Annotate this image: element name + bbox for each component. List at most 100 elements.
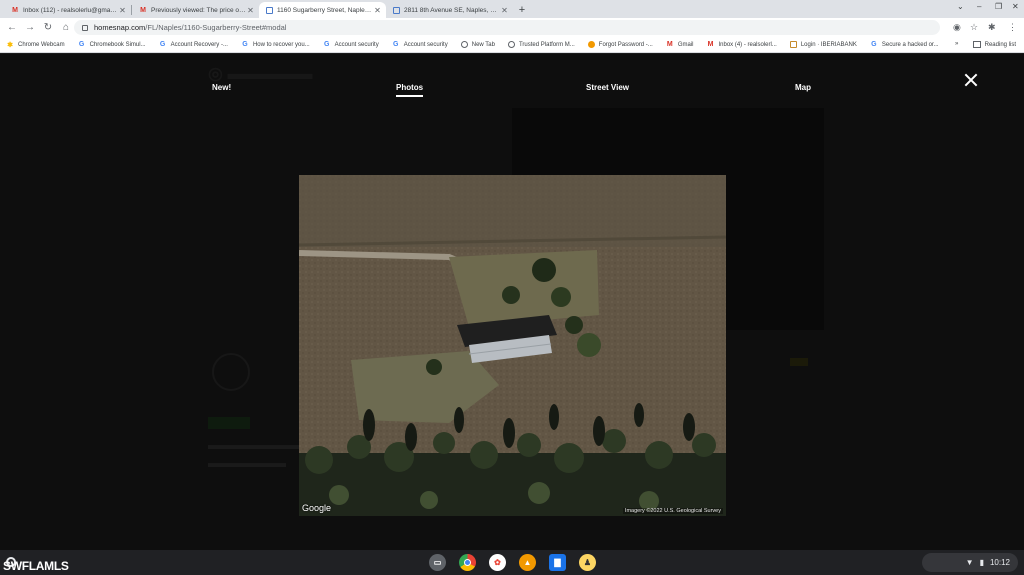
play-books-icon[interactable]: ▲	[519, 554, 536, 571]
reading-list-button[interactable]: Reading list	[972, 41, 1016, 48]
satellite-photo[interactable]: Google Imagery ©2022 U.S. Geological Sur…	[299, 175, 726, 516]
bookmark-label: Account Recovery -...	[170, 41, 228, 48]
bookmark-item[interactable]: Forgot Password -...	[587, 41, 653, 48]
bookmark-item[interactable]: G Secure a hacked or...	[870, 41, 939, 49]
folder-icon[interactable]: ▇	[549, 554, 566, 571]
globe-icon	[460, 41, 468, 48]
close-tab-icon[interactable]: ✕	[246, 6, 255, 15]
google-icon: G	[323, 41, 330, 48]
lock-icon	[82, 24, 88, 31]
bookmarks-overflow-icon[interactable]: »	[955, 41, 958, 47]
bookmark-label: Chrome Webcam	[18, 41, 65, 48]
google-icon: G	[242, 41, 248, 48]
homesnap-icon	[266, 6, 273, 14]
browser-tab-sugarberry[interactable]: 1160 Sugarberry Street, Naples,... ✕	[259, 2, 386, 18]
bank-icon	[789, 41, 797, 48]
bookmark-label: Inbox (4) - realsolerl...	[718, 41, 777, 48]
imagery-attribution: Imagery ©2022 U.S. Geological Survey	[622, 508, 723, 514]
browser-tab-8th-avenue[interactable]: 2811 8th Avenue SE, Naples, FL... ✕	[386, 2, 513, 18]
bookmark-label: Account security	[403, 41, 448, 48]
browser-toolbar: ← → ↻ ⌂ homesnap.com/FL/Naples/1160-Suga…	[0, 18, 1024, 37]
bookmark-item[interactable]: ✱ Chrome Webcam	[6, 41, 65, 49]
google-icon: G	[871, 41, 877, 48]
tab-title: Previously viewed: The price of t...	[151, 6, 246, 14]
reading-list-label: Reading list	[984, 41, 1016, 48]
tab-new[interactable]: New!	[212, 83, 231, 95]
close-tab-icon[interactable]: ✕	[118, 6, 127, 15]
linux-icon[interactable]: ♟	[579, 554, 596, 571]
tab-title: Inbox (112) - realsolerlu@gmail...	[23, 6, 118, 14]
bookmark-item[interactable]: G Account Recovery -...	[159, 41, 228, 49]
bookmark-label: Forgot Password -...	[598, 41, 653, 48]
address-bar[interactable]: homesnap.com/FL/Naples/1160-Sugarberry-S…	[74, 20, 940, 35]
restore-icon[interactable]: ❐	[995, 2, 1002, 11]
view-icon[interactable]: ◉	[953, 22, 961, 33]
bookmark-item[interactable]: New Tab	[460, 41, 495, 48]
homesnap-icon	[393, 6, 400, 14]
google-icon: G	[78, 41, 85, 48]
site-icon	[587, 41, 595, 48]
tab-title: 1160 Sugarberry Street, Naples,...	[277, 6, 373, 14]
bookmark-item[interactable]: M Gmail	[666, 41, 694, 49]
minimize-icon[interactable]: –	[977, 2, 981, 11]
bookmarks-bar: ✱ Chrome Webcam G Chromebook Simul... G Acc…	[0, 37, 1024, 53]
watermark-text: SWFLAMLS	[3, 559, 69, 573]
status-tray[interactable]: ▼ ▮ 10:12	[922, 553, 1018, 572]
bookmark-item[interactable]: G Account security	[323, 41, 379, 49]
gmail-icon: M	[707, 41, 714, 48]
star-icon: ✱	[7, 41, 13, 49]
bookmark-item[interactable]: G How to recover you...	[241, 41, 310, 49]
close-tab-icon[interactable]: ✕	[373, 6, 382, 15]
bookmark-label: Account security	[334, 41, 379, 48]
forward-icon[interactable]: →	[21, 22, 39, 33]
url-host: homesnap.com	[94, 23, 146, 32]
gmail-icon: M	[12, 6, 18, 14]
tab-title: 2811 8th Avenue SE, Naples, FL...	[404, 6, 500, 14]
bookmark-label: Login · IBERIABANK	[800, 41, 857, 48]
gmail-icon: M	[666, 41, 673, 48]
browser-tab-previously-viewed[interactable]: M Previously viewed: The price of t... ✕	[132, 2, 259, 18]
reload-icon[interactable]: ↻	[39, 22, 57, 33]
battery-icon: ▮	[979, 558, 984, 567]
tab-map[interactable]: Map	[795, 83, 811, 95]
home-icon[interactable]: ⌂	[57, 22, 75, 33]
bookmark-label: Chromebook Simul...	[89, 41, 146, 48]
window-close-icon[interactable]: ✕	[1012, 2, 1019, 11]
clock-time: 10:12	[989, 558, 1010, 567]
url-path: /FL/Naples/1160-Sugarberry-Street#modal	[145, 23, 287, 32]
os-shelf: SWFLAMLS ▭ ✿ ▲ ▇ ♟ ❯ ▼ ▮ 10:12	[0, 550, 1024, 575]
new-tab-button[interactable]: +	[513, 2, 531, 18]
google-logo: Google	[302, 503, 332, 513]
extensions-icon[interactable]: ✱	[988, 22, 996, 33]
back-icon[interactable]: ←	[3, 22, 21, 33]
tab-search-icon[interactable]: ⌄	[957, 2, 964, 11]
wifi-icon: ▼	[965, 558, 974, 567]
globe-icon	[507, 41, 515, 48]
close-modal-button[interactable]	[963, 72, 979, 88]
menu-icon[interactable]: ⋮	[1008, 22, 1017, 33]
satellite-image	[299, 175, 726, 516]
bookmark-star-icon[interactable]: ☆	[970, 22, 978, 33]
tab-photos[interactable]: Photos	[396, 83, 424, 97]
bookmark-item[interactable]: G Chromebook Simul...	[78, 41, 146, 49]
chrome-icon[interactable]	[459, 554, 476, 571]
bookmark-item[interactable]: Login · IBERIABANK	[789, 41, 857, 48]
bookmark-label: New Tab	[471, 41, 495, 48]
tab-street-view[interactable]: Street View	[586, 83, 629, 95]
bookmark-label: Gmail	[677, 41, 694, 48]
photo-modal: New! Photos Street View Map Google Image…	[0, 54, 1024, 550]
reading-list-icon	[972, 41, 981, 48]
modal-tabs: New! Photos Street View Map	[0, 83, 1024, 99]
google-icon: G	[392, 41, 399, 48]
files-app-icon[interactable]: ▭	[429, 554, 446, 571]
bookmark-item[interactable]: M Inbox (4) - realsolerl...	[706, 41, 777, 49]
photos-icon[interactable]: ✿	[489, 554, 506, 571]
close-tab-icon[interactable]: ✕	[500, 6, 509, 15]
bookmark-label: How to recover you...	[252, 41, 310, 48]
gmail-icon: M	[140, 6, 146, 14]
google-icon: G	[159, 41, 166, 48]
bookmark-item[interactable]: Trusted Platform M...	[507, 41, 575, 48]
bookmark-label: Secure a hacked or...	[881, 41, 939, 48]
browser-tab-gmail-inbox[interactable]: M Inbox (112) - realsolerlu@gmail... ✕	[4, 2, 131, 18]
bookmark-item[interactable]: G Account security	[392, 41, 448, 49]
